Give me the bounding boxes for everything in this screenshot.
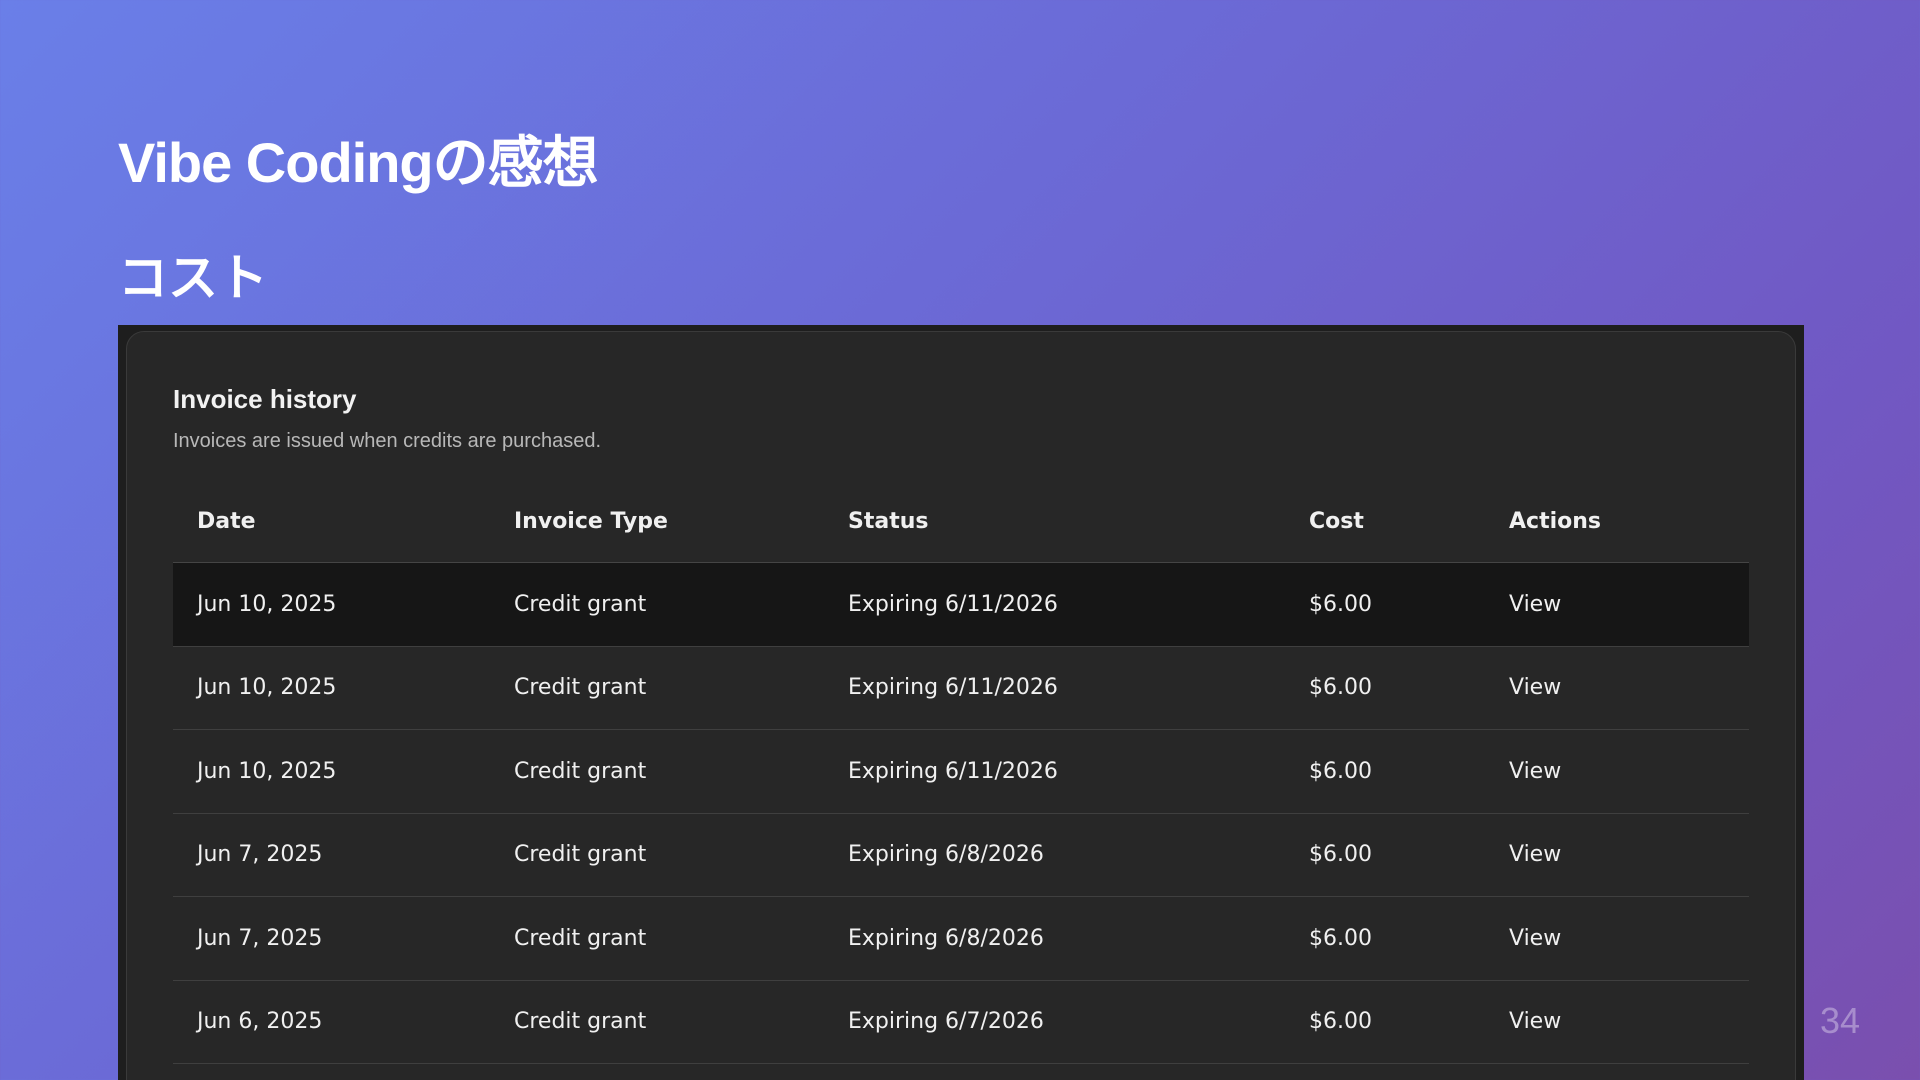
row-date: Jun 7, 2025 [197,925,323,951]
table-row[interactable]: Jun 7, 2025 Credit grant Expiring 6/8/20… [173,814,1749,897]
row-status: Expiring 6/11/2026 [848,675,1058,701]
view-invoice-link[interactable]: View [1509,842,1749,867]
row-date: Jun 10, 2025 [197,758,337,784]
header-invoice-type: Invoice Type [514,508,668,534]
table-row[interactable]: Jun 6, 2025 Credit grant Expiring 6/7/20… [173,981,1749,1064]
table-row[interactable]: Jun 10, 2025 Credit grant Expiring 6/11/… [173,647,1749,730]
row-cost: $6.00 [1309,758,1372,784]
invoice-table: Date Invoice Type Status Cost Actions Ju… [173,480,1749,1064]
invoice-screenshot: Invoice history Invoices are issued when… [118,325,1804,1080]
slide-title: Vibe Codingの感想 [118,131,599,194]
header-cost: Cost [1309,508,1364,534]
row-cost: $6.00 [1309,675,1372,701]
table-row[interactable]: Jun 10, 2025 Credit grant Expiring 6/11/… [173,730,1749,814]
row-invoice-type: Credit grant [514,1009,647,1035]
panel-title: Invoice history [173,384,357,414]
header-status: Status [848,508,929,534]
header-actions: Actions [1509,508,1601,534]
row-status: Expiring 6/7/2026 [848,1009,1044,1035]
row-status: Expiring 6/8/2026 [848,842,1044,868]
view-invoice-link[interactable]: View [1509,759,1749,784]
header-date: Date [197,508,256,534]
row-cost: $6.00 [1309,1009,1372,1035]
view-invoice-link[interactable]: View [1509,592,1749,617]
row-invoice-type: Credit grant [514,591,647,617]
row-invoice-type: Credit grant [514,675,647,701]
row-date: Jun 7, 2025 [197,842,323,868]
view-invoice-link[interactable]: View [1509,1009,1749,1034]
row-cost: $6.00 [1309,925,1372,951]
page-number: 34 [1819,1000,1860,1041]
table-row[interactable]: Jun 7, 2025 Credit grant Expiring 6/8/20… [173,897,1749,981]
row-date: Jun 10, 2025 [197,675,337,701]
row-date: Jun 10, 2025 [197,591,337,617]
row-invoice-type: Credit grant [514,925,647,951]
row-status: Expiring 6/11/2026 [848,758,1058,784]
view-invoice-link[interactable]: View [1509,675,1749,700]
table-row[interactable]: Jun 10, 2025 Credit grant Expiring 6/11/… [173,563,1749,647]
row-invoice-type: Credit grant [514,758,647,784]
row-date: Jun 6, 2025 [197,1009,323,1035]
invoice-history-panel: Invoice history Invoices are issued when… [126,331,1796,1080]
view-invoice-link[interactable]: View [1509,926,1749,951]
row-cost: $6.00 [1309,591,1372,617]
row-status: Expiring 6/8/2026 [848,925,1044,951]
row-invoice-type: Credit grant [514,842,647,868]
panel-description: Invoices are issued when credits are pur… [173,430,602,452]
table-header: Date Invoice Type Status Cost Actions [173,480,1749,563]
row-status: Expiring 6/11/2026 [848,591,1058,617]
slide-subtitle: コスト [118,250,268,306]
row-cost: $6.00 [1309,842,1372,868]
